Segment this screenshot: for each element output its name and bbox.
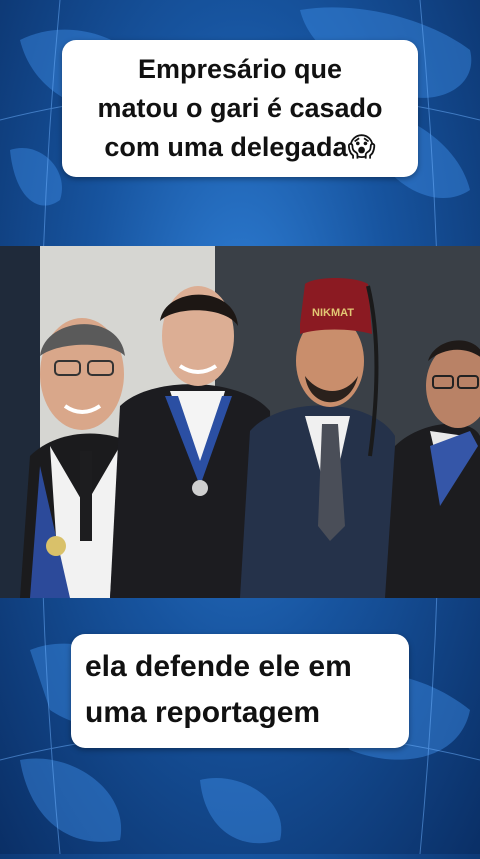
- top-caption-line-1: Empresário que: [137, 54, 343, 84]
- fez: [300, 278, 372, 334]
- bottom-caption-line-1: ela defende ele em: [85, 650, 352, 683]
- news-photo: NIKMAT: [0, 246, 480, 598]
- top-caption-line-2: matou o gari é casado: [97, 93, 383, 123]
- top-caption-line-3: com uma delegada😱: [104, 132, 376, 162]
- fez-lettering: NIKMAT: [312, 307, 354, 319]
- bottom-caption-line-2: uma reportagem: [85, 696, 321, 729]
- top-caption: Empresário que matou o gari é casado com…: [62, 40, 418, 177]
- bottom-caption: ela defende ele em uma reportagem: [71, 634, 409, 748]
